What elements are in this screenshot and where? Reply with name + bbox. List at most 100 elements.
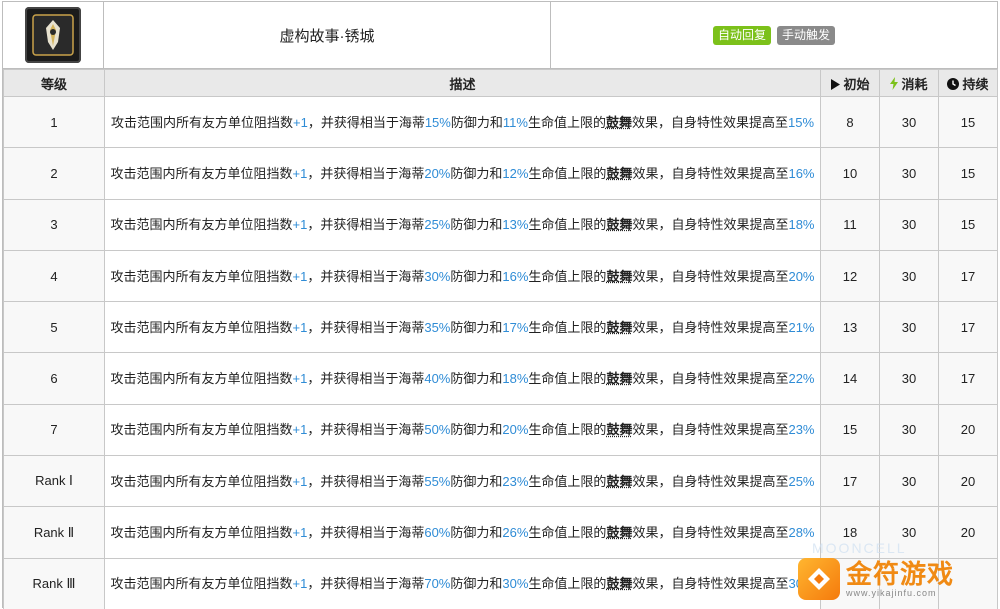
table-row: 6 攻击范围内所有友方单位阻挡数+1，并获得相当于海蒂40%防御力和18%生命值上…: [3, 352, 998, 405]
trait-percent: 18%: [788, 217, 815, 233]
inspire-keyword[interactable]: 鼓舞: [606, 115, 632, 130]
row-duration: 20: [938, 403, 998, 457]
row-level: Rank Ⅱ: [3, 506, 105, 559]
inspire-keyword[interactable]: 鼓舞: [606, 217, 632, 232]
row-description: 攻击范围内所有友方单位阻挡数+1，并获得相当于海蒂50%防御力和20%生命值上限…: [104, 403, 821, 457]
row-duration: 20: [938, 506, 998, 559]
def-percent: 55%: [424, 473, 451, 489]
skill-name: 虚构故事·锈城: [104, 2, 551, 68]
trait-percent: 28%: [788, 525, 815, 541]
inspire-keyword[interactable]: 鼓舞: [606, 422, 632, 437]
table-row: Rank Ⅰ 攻击范围内所有友方单位阻挡数+1，并获得相当于海蒂55%防御力和23…: [3, 455, 998, 508]
def-percent: 20%: [424, 165, 451, 181]
trait-percent: 23%: [788, 422, 815, 438]
row-description: 攻击范围内所有友方单位阻挡数+1，并获得相当于海蒂25%防御力和13%生命值上限…: [104, 198, 821, 251]
hp-percent: 18%: [502, 371, 529, 387]
def-percent: 15%: [424, 114, 451, 130]
header-desc: 描述: [104, 69, 821, 97]
row-level: 6: [3, 352, 105, 405]
row-sp-cost: 30: [879, 198, 939, 251]
header-level: 等级: [3, 69, 105, 97]
hp-percent: 23%: [502, 473, 529, 489]
row-sp-cost: 30: [879, 95, 939, 149]
row-init-sp: 15: [820, 403, 880, 457]
trait-percent: 22%: [788, 371, 815, 387]
watermark-title: 金符游戏: [846, 559, 955, 589]
hp-percent: 20%: [502, 422, 529, 438]
table-row: 1 攻击范围内所有友方单位阻挡数+1，并获得相当于海蒂15%防御力和11%生命值上…: [3, 95, 998, 149]
row-sp-cost: 30: [879, 352, 939, 405]
tag-auto-recovery: 自动回复: [712, 25, 771, 45]
row-init-sp: 10: [820, 147, 880, 200]
def-percent: 30%: [424, 268, 451, 284]
row-level: 5: [3, 301, 105, 354]
row-init-sp: 8: [820, 95, 880, 149]
row-init-sp: 13: [820, 301, 880, 354]
skill-icon-cell: [3, 2, 104, 68]
skill-table-frame: 虚构故事·锈城 自动回复 手动触发 等级 描述 初始 消耗 持续 1 攻击范围内…: [2, 1, 998, 609]
row-description: 攻击范围内所有友方单位阻挡数+1，并获得相当于海蒂40%防御力和18%生命值上限…: [104, 352, 821, 405]
def-percent: 70%: [424, 576, 451, 592]
row-description: 攻击范围内所有友方单位阻挡数+1，并获得相当于海蒂60%防御力和26%生命值上限…: [104, 506, 821, 559]
row-sp-cost: 30: [879, 301, 939, 354]
row-level: 7: [3, 403, 105, 457]
trait-percent: 16%: [788, 165, 815, 181]
hp-percent: 17%: [502, 319, 529, 335]
inspire-keyword[interactable]: 鼓舞: [606, 525, 632, 540]
row-level: Rank Ⅲ: [3, 557, 105, 609]
row-level: 2: [3, 147, 105, 200]
watermark-box-icon: [798, 558, 840, 600]
table-row: 3 攻击范围内所有友方单位阻挡数+1，并获得相当于海蒂25%防御力和13%生命值上…: [3, 198, 998, 251]
skill-header: 虚构故事·锈城 自动回复 手动触发: [3, 2, 997, 69]
inspire-keyword[interactable]: 鼓舞: [606, 474, 632, 489]
def-percent: 40%: [424, 371, 451, 387]
hp-percent: 13%: [502, 217, 529, 233]
inspire-keyword[interactable]: 鼓舞: [606, 166, 632, 181]
row-duration: 15: [938, 95, 998, 149]
row-level: 1: [3, 95, 105, 149]
def-percent: 35%: [424, 319, 451, 335]
trait-percent: 21%: [788, 319, 815, 335]
table-row: 7 攻击范围内所有友方单位阻挡数+1，并获得相当于海蒂50%防御力和20%生命值上…: [3, 403, 998, 457]
row-level: 3: [3, 198, 105, 251]
row-sp-cost: 30: [879, 249, 939, 303]
skill-level-table: 等级 描述 初始 消耗 持续 1 攻击范围内所有友方单位阻挡数+1，并获得相当于海…: [3, 69, 998, 609]
def-percent: 50%: [424, 422, 451, 438]
def-percent: 25%: [424, 217, 451, 233]
table-row: 5 攻击范围内所有友方单位阻挡数+1，并获得相当于海蒂35%防御力和17%生命值上…: [3, 301, 998, 354]
table-row: 4 攻击范围内所有友方单位阻挡数+1，并获得相当于海蒂30%防御力和16%生命值上…: [3, 249, 998, 303]
inspire-keyword[interactable]: 鼓舞: [606, 371, 632, 386]
tag-manual-trigger: 手动触发: [777, 25, 836, 45]
trait-percent: 20%: [788, 268, 815, 284]
row-duration: 17: [938, 249, 998, 303]
row-duration: 17: [938, 301, 998, 354]
hp-percent: 12%: [502, 165, 529, 181]
skill-tags: 自动回复 手动触发: [551, 2, 997, 68]
header-duration: 持续: [938, 69, 998, 97]
row-description: 攻击范围内所有友方单位阻挡数+1，并获得相当于海蒂70%防御力和30%生命值上限…: [104, 557, 821, 609]
row-init-sp: 17: [820, 455, 880, 508]
row-init-sp: 11: [820, 198, 880, 251]
row-description: 攻击范围内所有友方单位阻挡数+1，并获得相当于海蒂30%防御力和16%生命值上限…: [104, 249, 821, 303]
row-description: 攻击范围内所有友方单位阻挡数+1，并获得相当于海蒂15%防御力和11%生命值上限…: [104, 95, 821, 149]
play-icon: [830, 78, 841, 93]
table-header-row: 等级 描述 初始 消耗 持续: [3, 69, 998, 97]
skill-icon: [25, 7, 81, 63]
hp-percent: 16%: [502, 268, 529, 284]
row-sp-cost: 30: [879, 455, 939, 508]
inspire-keyword[interactable]: 鼓舞: [606, 576, 632, 591]
row-duration: 15: [938, 198, 998, 251]
def-percent: 60%: [424, 525, 451, 541]
inspire-keyword[interactable]: 鼓舞: [606, 269, 632, 284]
row-duration: 20: [938, 455, 998, 508]
trait-percent: 25%: [788, 473, 815, 489]
clock-icon: [947, 77, 960, 93]
hp-percent: 26%: [502, 525, 529, 541]
row-description: 攻击范围内所有友方单位阻挡数+1，并获得相当于海蒂55%防御力和23%生命值上限…: [104, 455, 821, 508]
row-sp-cost: 30: [879, 147, 939, 200]
lightning-icon: [890, 76, 899, 93]
watermark-url: www.yikajinfu.com: [846, 588, 937, 598]
inspire-keyword[interactable]: 鼓舞: [606, 320, 632, 335]
row-level: 4: [3, 249, 105, 303]
hp-percent: 11%: [502, 114, 528, 130]
